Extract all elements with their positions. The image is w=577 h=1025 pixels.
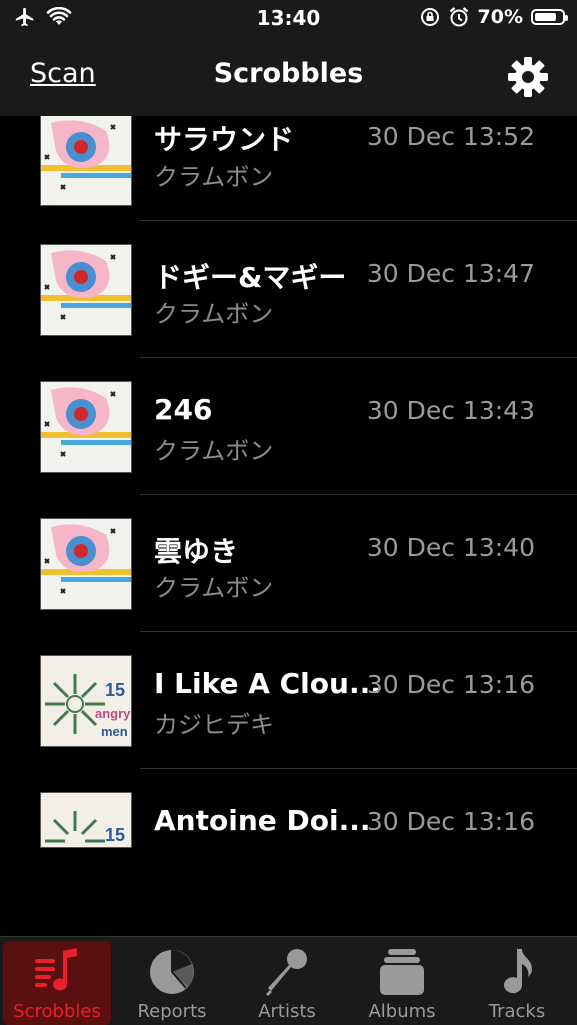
microphone-icon <box>265 949 307 997</box>
album-art-clammbon <box>40 244 132 336</box>
alarm-icon <box>449 7 468 27</box>
album-art-clammbon <box>40 116 132 206</box>
battery-percent: 70% <box>477 6 523 28</box>
tab-scrobbles[interactable]: Scrobbles <box>3 941 111 1025</box>
scrobble-row[interactable]: 15 angry men I Like A Clou... カジヒデキ 30 D… <box>0 632 577 769</box>
scrobble-row[interactable]: サラウンド クラムボン 30 Dec 13:52 <box>0 116 577 230</box>
scrobble-time: 30 Dec 13:40 <box>366 533 535 562</box>
battery-icon <box>531 9 568 25</box>
scrobble-row[interactable]: 雲ゆき クラムボン 30 Dec 13:40 <box>0 495 577 632</box>
scrobble-row[interactable]: ドギー&マギー クラムボン 30 Dec 13:47 <box>0 221 577 358</box>
tab-label: Scrobbles <box>13 1001 101 1022</box>
track-artist: クラムボン <box>154 574 274 602</box>
scrobble-row[interactable]: 246 クラムボン 30 Dec 13:43 <box>0 358 577 495</box>
scrobble-time: 30 Dec 13:47 <box>366 259 535 288</box>
track-title: 246 <box>154 393 213 426</box>
scrobble-time: 30 Dec 13:16 <box>366 670 535 699</box>
album-art-15-angry-men: 15 <box>40 792 132 848</box>
track-artist: クラムボン <box>154 300 274 328</box>
track-artist: カジヒデキ <box>154 711 274 739</box>
gear-icon[interactable] <box>507 56 549 98</box>
scrobble-time: 30 Dec 13:16 <box>366 807 535 836</box>
scrobble-list[interactable]: サラウンド クラムボン 30 Dec 13:52 ドギー&マギー クラムボン 3… <box>0 116 577 936</box>
svg-text:15: 15 <box>105 680 125 700</box>
svg-text:angry: angry <box>95 706 131 721</box>
tab-tracks[interactable]: Tracks <box>463 941 571 1025</box>
track-artist: クラムボン <box>154 163 274 191</box>
tab-label: Albums <box>368 1001 436 1022</box>
tab-label: Reports <box>137 1001 207 1022</box>
navigation-bar: Scan Scrobbles <box>0 38 577 116</box>
status-right: 70% <box>420 6 568 28</box>
album-art-clammbon <box>40 518 132 610</box>
album-art-15-angry-men: 15 angry men <box>40 655 132 747</box>
tab-albums[interactable]: Albums <box>348 941 456 1025</box>
scrobble-time: 30 Dec 13:52 <box>366 122 535 151</box>
scrobble-time: 30 Dec 13:43 <box>366 396 535 425</box>
orientation-lock-icon <box>420 8 439 26</box>
track-artist: クラムボン <box>154 437 274 465</box>
status-bar: 13:40 70% <box>0 0 577 38</box>
svg-text:15: 15 <box>105 825 125 845</box>
track-title: Antoine Doi... <box>154 804 371 837</box>
album-stack-icon <box>380 949 424 995</box>
pie-chart-icon <box>150 950 194 994</box>
track-title: I Like A Clou... <box>154 667 381 700</box>
track-title: 雲ゆき <box>154 535 239 568</box>
track-title: サラウンド <box>154 123 295 156</box>
track-title: ドギー&マギー <box>154 261 347 294</box>
album-art-clammbon <box>40 381 132 473</box>
tab-label: Tracks <box>488 1001 546 1022</box>
page-title: Scrobbles <box>213 58 364 89</box>
tab-bar: Scrobbles Reports Artists Albums Tracks <box>0 936 577 1025</box>
svg-text:men: men <box>101 724 128 739</box>
music-list-icon <box>35 948 77 991</box>
music-note-icon <box>504 949 532 994</box>
scrobble-row[interactable]: 15 Antoine Doi... 30 Dec 13:16 <box>0 769 577 906</box>
tab-artists[interactable]: Artists <box>233 941 341 1025</box>
tab-label: Artists <box>258 1001 316 1022</box>
tab-reports[interactable]: Reports <box>118 941 226 1025</box>
